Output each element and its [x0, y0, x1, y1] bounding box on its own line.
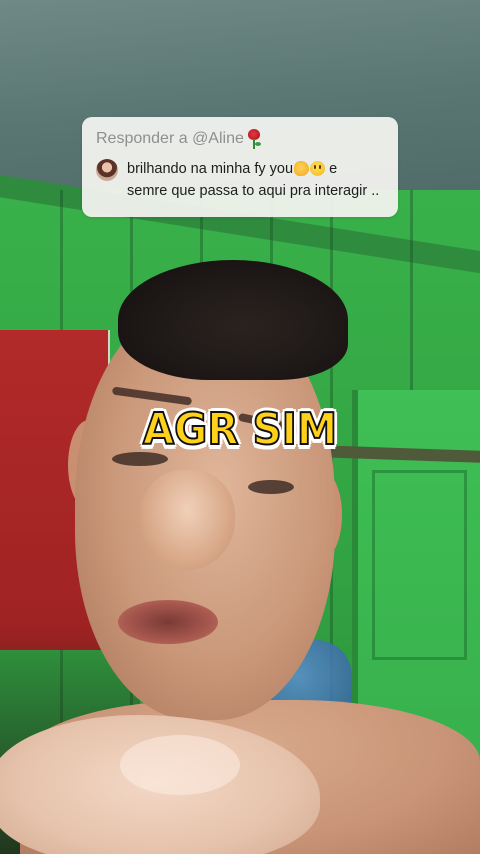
video-screen[interactable]: Responder a @Aline brilhando na minha fy… [0, 0, 480, 854]
person-hair [118, 260, 348, 380]
reply-comment-card[interactable]: Responder a @Aline brilhando na minha fy… [82, 117, 398, 217]
comment-text: brilhando na minha fy you e semre que pa… [127, 158, 379, 202]
eye-right [248, 480, 294, 494]
reply-to-label: Responder a @Aline [96, 130, 244, 147]
reply-body: brilhando na minha fy you e semre que pa… [96, 158, 384, 202]
avatar[interactable] [96, 159, 118, 181]
rose-icon [245, 129, 263, 149]
caption-sticker: AGR SIM [142, 403, 338, 456]
reply-header: Responder a @Aline [96, 129, 384, 149]
hand-highlight [120, 735, 240, 795]
smile-icon [310, 161, 326, 176]
comment-line-2: semre que passa to aqui pra interagir .. [127, 183, 380, 199]
door-panel [372, 470, 467, 660]
comment-line-1-suffix: e [325, 161, 338, 177]
person-mouth [118, 600, 218, 644]
comment-line-1: brilhando na minha fy you e [127, 158, 379, 180]
clap-icon [294, 161, 310, 176]
person-nose [140, 470, 235, 570]
comment-line-1-text: brilhando na minha fy you [127, 161, 294, 177]
